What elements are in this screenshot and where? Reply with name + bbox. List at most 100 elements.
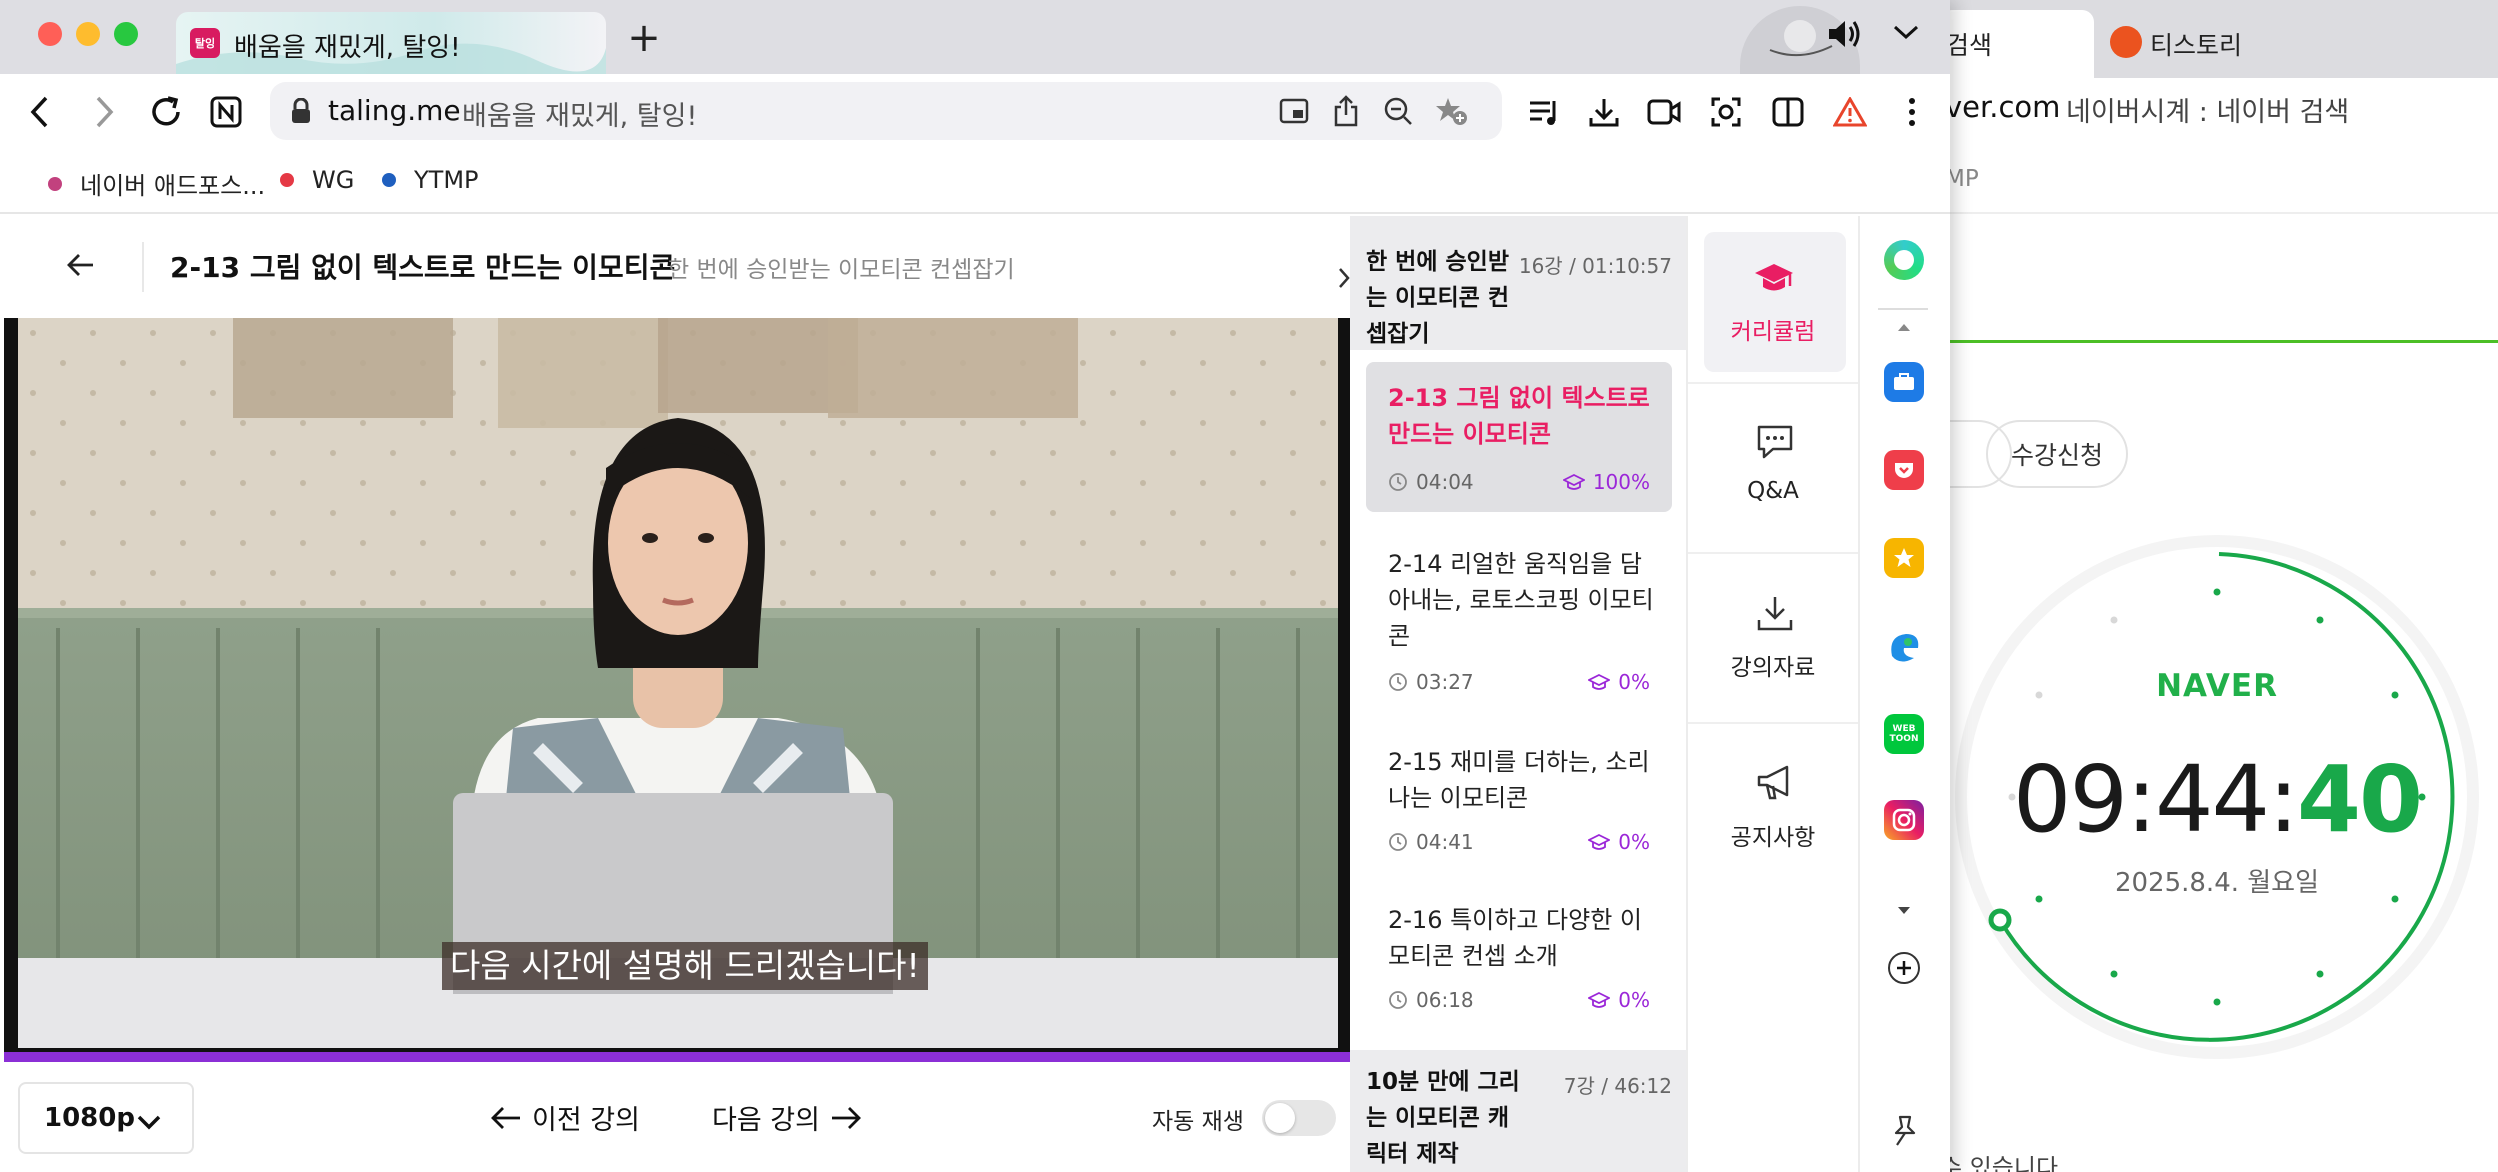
forward-button[interactable] (84, 92, 124, 132)
reload-button[interactable] (146, 92, 186, 132)
bookmark-label: 네이버 애드포스... (80, 172, 266, 200)
taling-favicon-icon: 탈잉 (190, 28, 220, 58)
sidebar-scroll-up-icon[interactable] (1896, 322, 1912, 332)
clock-icon (1389, 673, 1407, 691)
address-bar[interactable]: taling.me 배움을 재밌게, 탈잉! (270, 82, 1502, 140)
lesson-item-active[interactable]: 2-13 그림 없이 텍스트로 만드는 이모티콘 04:04 100% (1366, 362, 1672, 512)
background-tab-tistory[interactable]: 티스토리 (2100, 10, 2400, 78)
lesson-progress: 0% (1588, 830, 1650, 854)
plus-icon (1897, 961, 1911, 975)
video-capture-button[interactable] (1644, 92, 1684, 132)
course-section-header[interactable]: 10분 만에 그리는 이모티콘 캐릭터 제작 7강 / 46:12 (1350, 1050, 1686, 1172)
quality-select[interactable]: 1080p (18, 1082, 194, 1154)
lesson-item[interactable]: 2-15 재미를 더하는, 소리나는 이모티콘 04:41 0% (1366, 726, 1672, 876)
back-button[interactable] (20, 92, 60, 132)
tab-title: 배움을 재밌게, 탈잉! (234, 33, 461, 63)
download-icon (1589, 99, 1619, 127)
warning-button[interactable] (1830, 92, 1870, 132)
minimize-window-button[interactable] (76, 22, 100, 46)
copilot-icon-center (1894, 250, 1914, 270)
background-divider (1940, 212, 2498, 214)
background-url-domain[interactable]: ver.com (1945, 90, 2060, 124)
new-tab-button[interactable]: + (624, 18, 664, 58)
menu-curriculum[interactable]: 커리큘럼 (1688, 216, 1858, 384)
maximize-window-button[interactable] (114, 22, 138, 46)
lesson-duration: 04:04 (1388, 470, 1474, 494)
background-tab-bar: 검색 티스토리 (1940, 0, 2498, 78)
split-screen-button[interactable] (1768, 92, 1808, 132)
clock-icon (1389, 833, 1407, 851)
video-progress-bar[interactable] (4, 1052, 1350, 1062)
background-bookmark-fragment[interactable]: MP (1945, 166, 1979, 192)
lecture-side-menu: 커리큘럼 Q&A 강의자료 공지사항 (1686, 216, 1860, 1172)
close-window-button[interactable] (38, 22, 62, 46)
zoom-out-icon (1384, 97, 1412, 125)
naver-green-line (1940, 340, 2498, 343)
share-button[interactable] (1326, 91, 1366, 131)
screenshot-button[interactable] (1706, 92, 1746, 132)
more-menu-button[interactable] (1892, 92, 1932, 132)
menu-curriculum-label: 커리큘럼 (1730, 319, 1816, 345)
autoplay-toggle[interactable] (1262, 1100, 1336, 1136)
add-sidebar-app-button[interactable] (1888, 952, 1920, 984)
bookmark-naver-adpost[interactable]: 네이버 애드포스... (48, 166, 265, 201)
pocket-icon[interactable] (1884, 450, 1924, 490)
megaphone-icon (1755, 764, 1795, 802)
progress-value: 0% (1618, 830, 1650, 854)
tab-taling[interactable]: 탈잉 배움을 재밌게, 탈잉! (176, 12, 606, 74)
graduation-cap-icon (1588, 833, 1611, 850)
menu-materials[interactable]: 강의자료 (1688, 556, 1858, 724)
notion-extension-button[interactable] (206, 92, 246, 132)
edge-drop-icon[interactable] (1884, 626, 1924, 666)
menu-notice[interactable]: 공지사항 (1688, 726, 1858, 894)
bookmark-ytmp[interactable]: YTMP (382, 166, 479, 194)
webtoon-icon[interactable]: WEB TOON (1884, 714, 1924, 754)
menu-selected-bg (1704, 232, 1846, 372)
browser-sidebar: WEB TOON (1862, 216, 1950, 1172)
background-bottom-text: 수 있습니다 (1940, 1154, 2059, 1172)
section-meta: 16강 / 01:10:57 (1518, 254, 1672, 278)
lesson-item[interactable]: 2-14 리얼한 움직임을 담아내는, 로토스코핑 이모티콘 03:27 0% (1366, 528, 1672, 718)
taling-lecture-page: 2-13 그림 없이 텍스트로 만드는 이모티콘 한 번에 승인받는 이모티콘 … (0, 216, 1950, 1172)
sidebar-scroll-down-icon[interactable] (1896, 906, 1912, 916)
sidebar-divider (1878, 308, 1928, 310)
menu-qa[interactable]: Q&A (1688, 386, 1858, 554)
url-domain: taling.me (328, 94, 461, 127)
lesson-item[interactable]: 2-16 특이하고 다양한 이모티콘 컨셉 소개 06:18 0% (1366, 884, 1672, 1034)
chat-bubble-icon (1755, 424, 1795, 460)
briefcase-icon[interactable] (1884, 362, 1924, 402)
next-lesson-button[interactable]: 다음 강의 (712, 1098, 862, 1137)
bookmark-wg[interactable]: WG (280, 166, 354, 194)
speaker-icon[interactable] (1826, 18, 1862, 50)
favorites-star-icon[interactable] (1884, 538, 1924, 578)
favorites-button[interactable] (1432, 91, 1472, 131)
downloads-button[interactable] (1584, 92, 1624, 132)
picture-in-picture-icon (1279, 98, 1309, 124)
duration-value: 06:18 (1416, 988, 1474, 1012)
tab-list-chevron-icon[interactable] (1892, 22, 1920, 42)
lesson-title: 2-16 특이하고 다양한 이모티콘 컨셉 소개 (1388, 906, 1642, 970)
copilot-icon[interactable] (1884, 240, 1924, 280)
background-url-title: 네이버시계 : 네이버 검색 (2066, 97, 2350, 128)
chevron-down-icon (136, 1114, 162, 1130)
background-tab-label: 티스토리 (2150, 31, 2243, 60)
menu-notice-label: 공지사항 (1730, 825, 1816, 851)
enroll-chip[interactable]: 수강신청 (1986, 420, 2128, 488)
previous-lesson-label: 이전 강의 (532, 1105, 640, 1136)
url-page-title: 배움을 재밌게, 탈잉! (462, 101, 698, 132)
instagram-icon[interactable] (1884, 800, 1924, 840)
lesson-progress: 0% (1588, 670, 1650, 694)
previous-lesson-button[interactable]: 이전 강의 (490, 1098, 640, 1137)
background-tab-naver-search[interactable]: 검색 (1940, 10, 2094, 78)
pin-icon[interactable] (1890, 1114, 1920, 1148)
notion-icon (210, 96, 242, 128)
video-player[interactable]: 다음 시간에 설명해 드리겠습니다! (4, 318, 1350, 1062)
picture-in-picture-button[interactable] (1274, 91, 1314, 131)
main-browser-window: 탈잉 배움을 재밌게, 탈잉! + taling.me 배움을 재밌게, 탈잉!… (0, 0, 1950, 1172)
clock-seconds: 40 (2297, 746, 2423, 853)
zoom-out-button[interactable] (1378, 91, 1418, 131)
page-back-button[interactable] (66, 250, 96, 280)
reading-list-button[interactable] (1524, 92, 1564, 132)
playlist-icon (1530, 101, 1556, 125)
video-subtitle-caption: 다음 시간에 설명해 드리겠습니다! (442, 942, 928, 990)
